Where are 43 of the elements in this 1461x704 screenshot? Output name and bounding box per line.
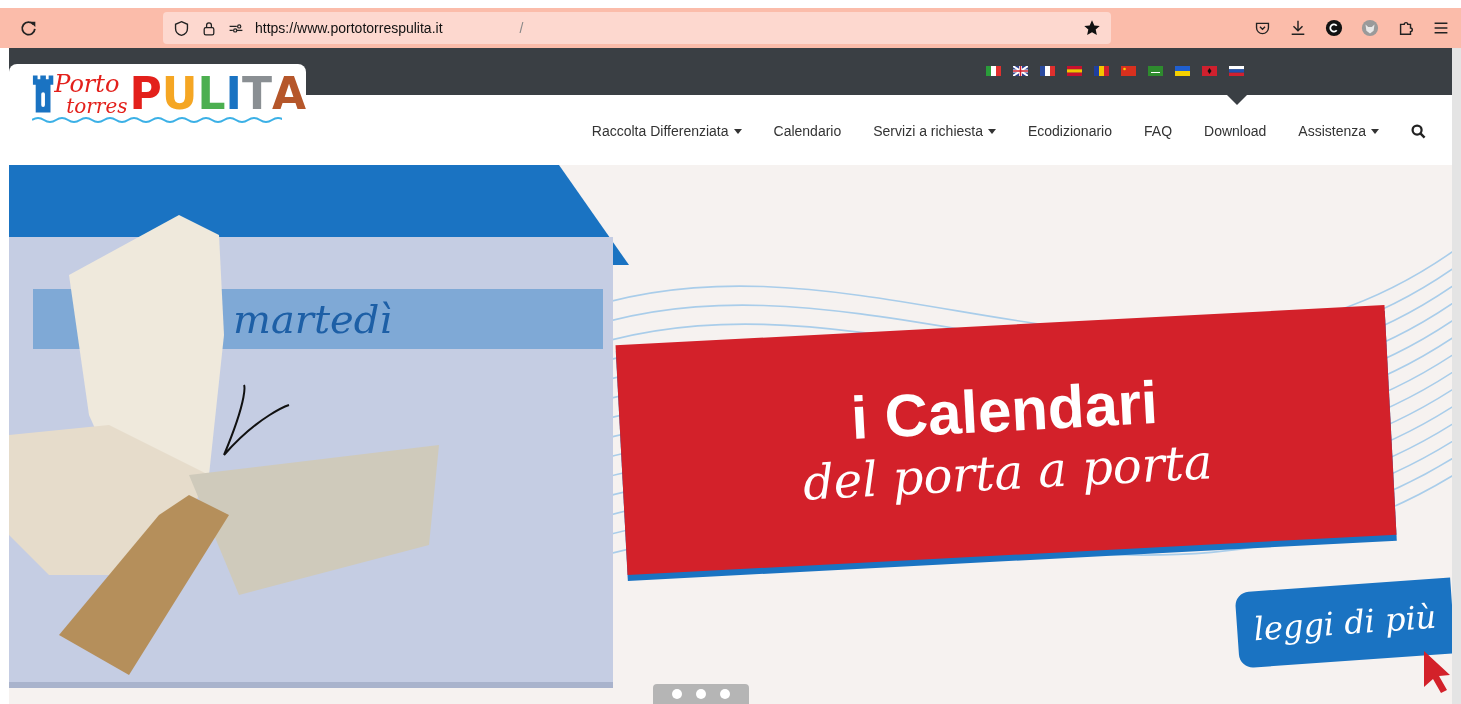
logo-letter: P bbox=[129, 72, 162, 116]
lock-icon[interactable] bbox=[201, 19, 217, 37]
flag-icon[interactable] bbox=[986, 66, 1001, 76]
nav-link[interactable]: Raccolta Differenziata bbox=[591, 123, 742, 139]
flag-icon[interactable] bbox=[1040, 66, 1055, 76]
url-text: https://www.portotorrespulita.it bbox=[255, 20, 443, 36]
slide-dot-icon[interactable] bbox=[672, 689, 682, 699]
calendar-day-text: martedì bbox=[233, 296, 393, 342]
wave-icon bbox=[32, 116, 282, 124]
puzzle-icon[interactable] bbox=[1397, 19, 1415, 37]
slide-dot-icon[interactable] bbox=[696, 689, 706, 699]
shield-icon[interactable] bbox=[173, 19, 190, 37]
logo-script-text: Porto bbox=[54, 72, 121, 96]
logo-letter: U bbox=[161, 72, 198, 116]
logo-letter: L bbox=[197, 72, 226, 116]
download-icon[interactable] bbox=[1289, 19, 1307, 37]
tower-icon bbox=[32, 72, 55, 116]
flag-icon[interactable] bbox=[1148, 66, 1163, 76]
flag-icon[interactable] bbox=[1094, 66, 1109, 76]
logo-letter: T bbox=[241, 72, 272, 116]
address-bar[interactable]: https://www.portotorrespulita.it / bbox=[163, 12, 1111, 44]
banner-headline: i Calendari bbox=[849, 370, 1160, 453]
extension-circle-icon[interactable] bbox=[1325, 19, 1343, 37]
search-icon[interactable] bbox=[1411, 123, 1426, 139]
flag-icon[interactable] bbox=[1229, 66, 1244, 76]
nav-link[interactable]: Assistenza bbox=[1298, 123, 1379, 139]
slide-dot-icon[interactable] bbox=[720, 689, 730, 699]
menu-icon[interactable] bbox=[1433, 20, 1449, 36]
nav-link[interactable]: Servizi a richiesta bbox=[873, 123, 996, 139]
scrollbar[interactable] bbox=[1452, 48, 1461, 704]
url-suffix: / bbox=[519, 20, 524, 36]
bookmark-star-icon[interactable] bbox=[1083, 19, 1101, 37]
nav-link[interactable]: Ecodizionario bbox=[1027, 123, 1112, 139]
reload-icon[interactable] bbox=[20, 19, 38, 37]
nav-link[interactable]: Download bbox=[1204, 123, 1267, 139]
read-more-link[interactable]: leggi di più bbox=[1234, 577, 1452, 669]
nav-link[interactable]: Calendario bbox=[773, 123, 842, 139]
flag-icon[interactable] bbox=[1013, 66, 1028, 76]
logo-letter: I bbox=[225, 72, 242, 116]
cursor-arrow-icon bbox=[1422, 649, 1452, 693]
nav-link[interactable]: FAQ bbox=[1144, 123, 1173, 139]
logo-script-text: torres bbox=[66, 96, 128, 116]
logo-letter: A bbox=[271, 72, 306, 116]
